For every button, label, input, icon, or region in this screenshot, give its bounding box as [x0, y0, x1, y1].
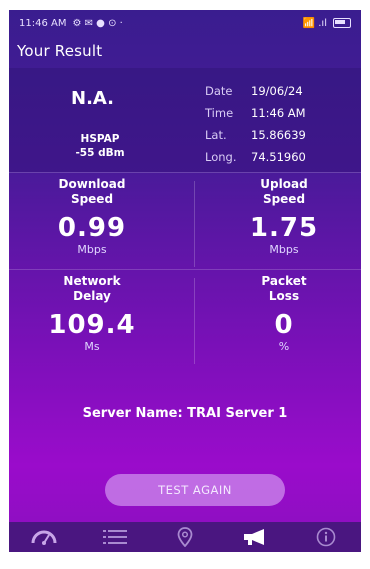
divider: [194, 278, 195, 364]
network-type: HSPAP: [80, 133, 120, 145]
download-value: 0.99: [57, 213, 127, 243]
delay-title: Network Delay: [17, 274, 167, 304]
status-bar: 11:46 AM ⚙ ✉ ● ⊙ · 📶 .ıl: [9, 10, 361, 36]
loss-title: Packet Loss: [209, 274, 359, 304]
date-label: Date: [205, 84, 233, 98]
upload-title-line2: Speed: [262, 192, 306, 206]
server-name: Server Name: TRAI Server 1: [82, 406, 288, 421]
download-unit: Mbps: [77, 243, 107, 256]
latitude-row: Lat. 15.86639: [205, 124, 306, 146]
speed-row: Download Speed 0.99 Mbps Upload Speed 1.…: [9, 172, 361, 269]
download-title-line1: Download: [58, 177, 126, 191]
network-delay-metric: Network Delay 109.4 Ms: [17, 270, 167, 353]
test-again-button[interactable]: TEST AGAIN: [105, 474, 285, 506]
divider: [194, 181, 195, 267]
upload-title: Upload Speed: [209, 177, 359, 207]
page-title: Your Result: [17, 42, 103, 60]
packet-loss-metric: Packet Loss 0 %: [209, 270, 359, 353]
test-info-grid: Date 19/06/24 Time 11:46 AM Lat. 15.8663…: [205, 80, 306, 168]
time-row: Time 11:46 AM: [205, 102, 306, 124]
loss-title-line2: Loss: [268, 289, 300, 303]
speedometer-icon[interactable]: [24, 524, 64, 550]
time-label: Time: [205, 106, 234, 120]
loss-title-line1: Packet: [261, 274, 307, 288]
loss-value: 0: [274, 310, 294, 340]
download-title: Download Speed: [17, 177, 167, 207]
operator-name: N.A.: [71, 88, 115, 109]
longitude-row: Long. 74.51960: [205, 146, 306, 168]
delay-value: 109.4: [48, 310, 136, 340]
download-title-line2: Speed: [70, 192, 114, 206]
status-time: 11:46 AM: [19, 17, 67, 29]
upload-value: 1.75: [249, 213, 319, 243]
longitude-label: Long.: [205, 150, 237, 164]
longitude-value: 74.51960: [251, 150, 306, 164]
download-speed-metric: Download Speed 0.99 Mbps: [17, 173, 167, 256]
app-screen: 11:46 AM ⚙ ✉ ● ⊙ · 📶 .ıl Your Result N.A…: [9, 10, 361, 552]
delay-title-line2: Delay: [73, 289, 111, 303]
date-value: 19/06/24: [251, 84, 303, 98]
upload-unit: Mbps: [269, 243, 299, 256]
battery-icon: [333, 18, 351, 28]
loss-unit: %: [278, 340, 290, 353]
latitude-label: Lat.: [205, 128, 227, 142]
info-icon[interactable]: [306, 524, 346, 550]
bottom-navigation: [9, 522, 361, 552]
status-notification-icons: ⚙ ✉ ● ⊙ ·: [72, 17, 123, 29]
metrics-section: Download Speed 0.99 Mbps Upload Speed 1.…: [9, 172, 361, 366]
delay-unit: Ms: [84, 340, 100, 353]
signal-strength: -55 dBm: [75, 147, 125, 159]
network-details: HSPAP -55 dBm: [65, 132, 135, 160]
upload-title-line1: Upload: [260, 177, 308, 191]
date-row: Date 19/06/24: [205, 80, 306, 102]
network-info-panel: N.A. HSPAP -55 dBm Date 19/06/24 Time 11…: [9, 68, 361, 172]
list-icon[interactable]: [95, 524, 135, 550]
megaphone-icon[interactable]: [235, 524, 275, 550]
time-value: 11:46 AM: [251, 106, 306, 120]
delay-title-line1: Network: [63, 274, 121, 288]
quality-row: Network Delay 109.4 Ms Packet Loss 0 %: [9, 269, 361, 366]
latitude-value: 15.86639: [251, 128, 306, 142]
location-pin-icon[interactable]: [165, 524, 205, 550]
signal-icon: 📶 .ıl: [302, 17, 327, 29]
upload-speed-metric: Upload Speed 1.75 Mbps: [209, 173, 359, 256]
